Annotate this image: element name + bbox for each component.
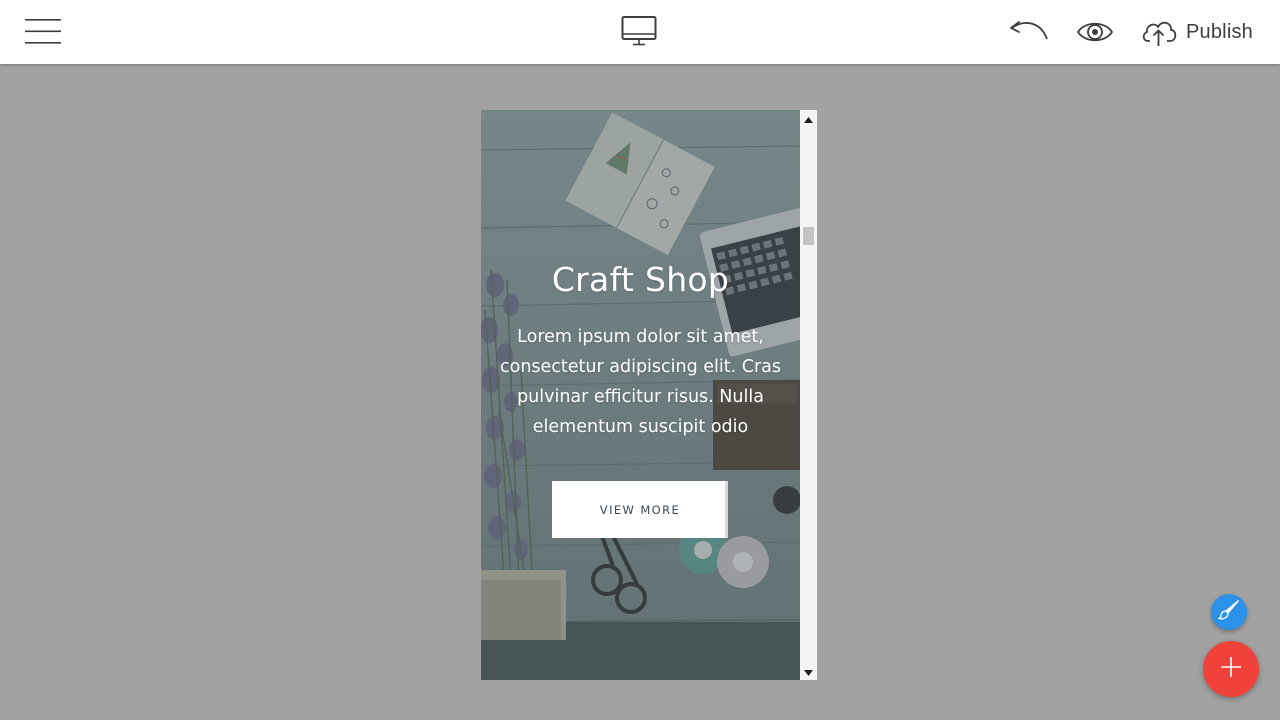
publish-button[interactable]: Publish <box>1140 12 1253 52</box>
device-view-button[interactable] <box>618 12 660 50</box>
scroll-up-button[interactable] <box>800 110 817 127</box>
mobile-preview-frame: Craft Shop Lorem ipsum dolor sit amet, c… <box>481 110 817 680</box>
scroll-down-arrow-icon <box>804 663 813 681</box>
hero-description[interactable]: Lorem ipsum dolor sit amet, consectetur … <box>495 322 786 442</box>
preview-button[interactable] <box>1074 14 1116 50</box>
eye-icon <box>1076 19 1114 45</box>
add-block-button[interactable] <box>1203 641 1259 697</box>
undo-button[interactable] <box>1006 14 1052 50</box>
view-more-button[interactable]: VIEW MORE <box>552 481 728 538</box>
cloud-upload-icon <box>1140 17 1178 47</box>
preview-scrollbar[interactable] <box>800 110 817 680</box>
scroll-up-arrow-icon <box>804 110 813 128</box>
hero-section[interactable]: Craft Shop Lorem ipsum dolor sit amet, c… <box>481 110 800 680</box>
menu-button[interactable] <box>22 14 64 48</box>
paint-brush-icon <box>1217 599 1240 626</box>
publish-label: Publish <box>1186 20 1253 43</box>
site-styles-button[interactable] <box>1211 594 1247 630</box>
desktop-monitor-icon <box>621 15 657 47</box>
scrollbar-thumb[interactable] <box>803 227 814 245</box>
scroll-down-button[interactable] <box>800 663 817 680</box>
undo-arrow-icon <box>1008 17 1050 47</box>
top-toolbar: Publish <box>0 0 1280 64</box>
plus-icon <box>1220 656 1242 683</box>
hero-title[interactable]: Craft Shop <box>481 260 800 299</box>
hamburger-menu-icon <box>25 17 61 45</box>
